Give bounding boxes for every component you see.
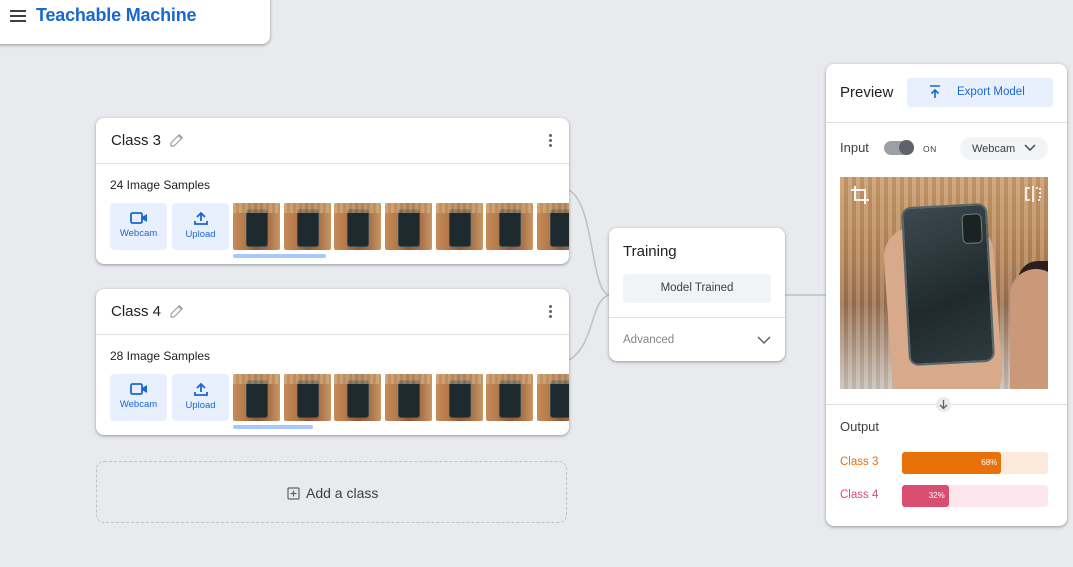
thumbnail-scrollbar[interactable] xyxy=(233,425,313,429)
output-class-label: Class 4 xyxy=(840,489,879,501)
sample-thumbnail[interactable] xyxy=(537,374,569,421)
training-title: Training xyxy=(623,243,677,260)
more-vert-icon[interactable] xyxy=(549,134,553,148)
export-upload-icon xyxy=(930,85,940,98)
preview-title: Preview xyxy=(840,84,894,101)
sample-thumbnail[interactable] xyxy=(283,203,331,250)
sample-thumbnail[interactable] xyxy=(334,374,382,421)
upload-icon xyxy=(193,211,208,225)
input-label: Input xyxy=(840,140,869,155)
more-vert-icon[interactable] xyxy=(549,305,553,319)
webcam-preview xyxy=(840,177,1048,389)
videocam-icon xyxy=(129,212,147,224)
divider xyxy=(609,317,785,318)
sample-thumbnail[interactable] xyxy=(537,203,569,250)
preview-panel: Preview Export Model Input ON Webcam Out… xyxy=(826,64,1067,526)
thumbnail-scrollbar[interactable] xyxy=(233,254,326,258)
input-toggle[interactable] xyxy=(884,140,914,155)
sample-count: 28 Image Samples xyxy=(110,349,211,363)
sample-thumbnail[interactable] xyxy=(385,203,433,250)
pencil-icon[interactable] xyxy=(168,302,186,320)
upload-label: Upload xyxy=(185,400,216,411)
confidence-bar-track: 32% xyxy=(902,485,1048,507)
webcam-button[interactable]: Webcam xyxy=(110,203,167,250)
class-title[interactable]: Class 4 xyxy=(111,303,161,320)
output-label: Output xyxy=(840,419,880,434)
input-source-value: Webcam xyxy=(972,143,1016,155)
flip-icon[interactable] xyxy=(1024,185,1042,203)
upload-button[interactable]: Upload xyxy=(172,203,229,250)
phone xyxy=(900,202,996,367)
add-class-label: Add a class xyxy=(306,485,379,501)
app-header: Teachable Machine xyxy=(0,0,270,44)
sample-thumbnail[interactable] xyxy=(334,203,382,250)
chevron-down-icon xyxy=(1024,144,1036,151)
class-header: Class 3 xyxy=(96,118,569,164)
add-box-icon xyxy=(287,487,300,500)
webcam-label: Webcam xyxy=(119,228,158,239)
sample-thumbnail[interactable] xyxy=(435,374,483,421)
toggle-state-label: ON xyxy=(923,144,937,154)
output-class-label: Class 3 xyxy=(840,456,879,468)
toggle-knob xyxy=(899,140,914,155)
upload-label: Upload xyxy=(185,229,216,240)
sample-thumbnails[interactable] xyxy=(233,374,569,421)
class-card-3: Class 3 24 Image Samples Webcam Upload xyxy=(96,118,569,264)
sample-thumbnail[interactable] xyxy=(233,203,280,250)
class-card-4: Class 4 28 Image Samples Webcam Upload xyxy=(96,289,569,435)
train-model-button[interactable]: Model Trained xyxy=(623,274,771,303)
sample-thumbnails[interactable] xyxy=(233,203,569,250)
sample-thumbnail[interactable] xyxy=(486,203,534,250)
sample-thumbnail[interactable] xyxy=(385,374,433,421)
input-source-select[interactable]: Webcam xyxy=(960,137,1048,160)
confidence-bar-track: 68% xyxy=(902,452,1048,474)
sample-thumbnail[interactable] xyxy=(283,374,331,421)
upload-button[interactable]: Upload xyxy=(172,374,229,421)
app-title[interactable]: Teachable Machine xyxy=(36,5,197,26)
menu-icon[interactable] xyxy=(10,10,26,22)
crop-icon[interactable] xyxy=(850,185,870,205)
sample-thumbnail[interactable] xyxy=(435,203,483,250)
arrow-down-icon xyxy=(936,397,951,412)
sample-thumbnail[interactable] xyxy=(233,374,280,421)
confidence-bar-fill: 68% xyxy=(902,452,1002,474)
confidence-bar-fill: 32% xyxy=(902,485,949,507)
training-panel: Training Model Trained Advanced xyxy=(609,228,785,361)
pencil-icon[interactable] xyxy=(168,131,186,149)
sample-count: 24 Image Samples xyxy=(110,178,211,192)
class-header: Class 4 xyxy=(96,289,569,335)
upload-icon xyxy=(193,382,208,396)
background-person-face xyxy=(1010,269,1048,389)
class-title[interactable]: Class 3 xyxy=(111,132,161,149)
webcam-button[interactable]: Webcam xyxy=(110,374,167,421)
webcam-label: Webcam xyxy=(119,399,158,410)
divider xyxy=(826,122,1067,123)
export-model-button[interactable]: Export Model xyxy=(907,78,1053,107)
chevron-down-icon[interactable] xyxy=(757,335,771,345)
add-class-button[interactable]: Add a class xyxy=(96,461,567,523)
sample-thumbnail[interactable] xyxy=(486,374,534,421)
export-label: Export Model xyxy=(957,86,1025,98)
phone-camera xyxy=(961,213,983,245)
videocam-icon xyxy=(129,383,147,395)
advanced-toggle[interactable]: Advanced xyxy=(623,334,674,346)
